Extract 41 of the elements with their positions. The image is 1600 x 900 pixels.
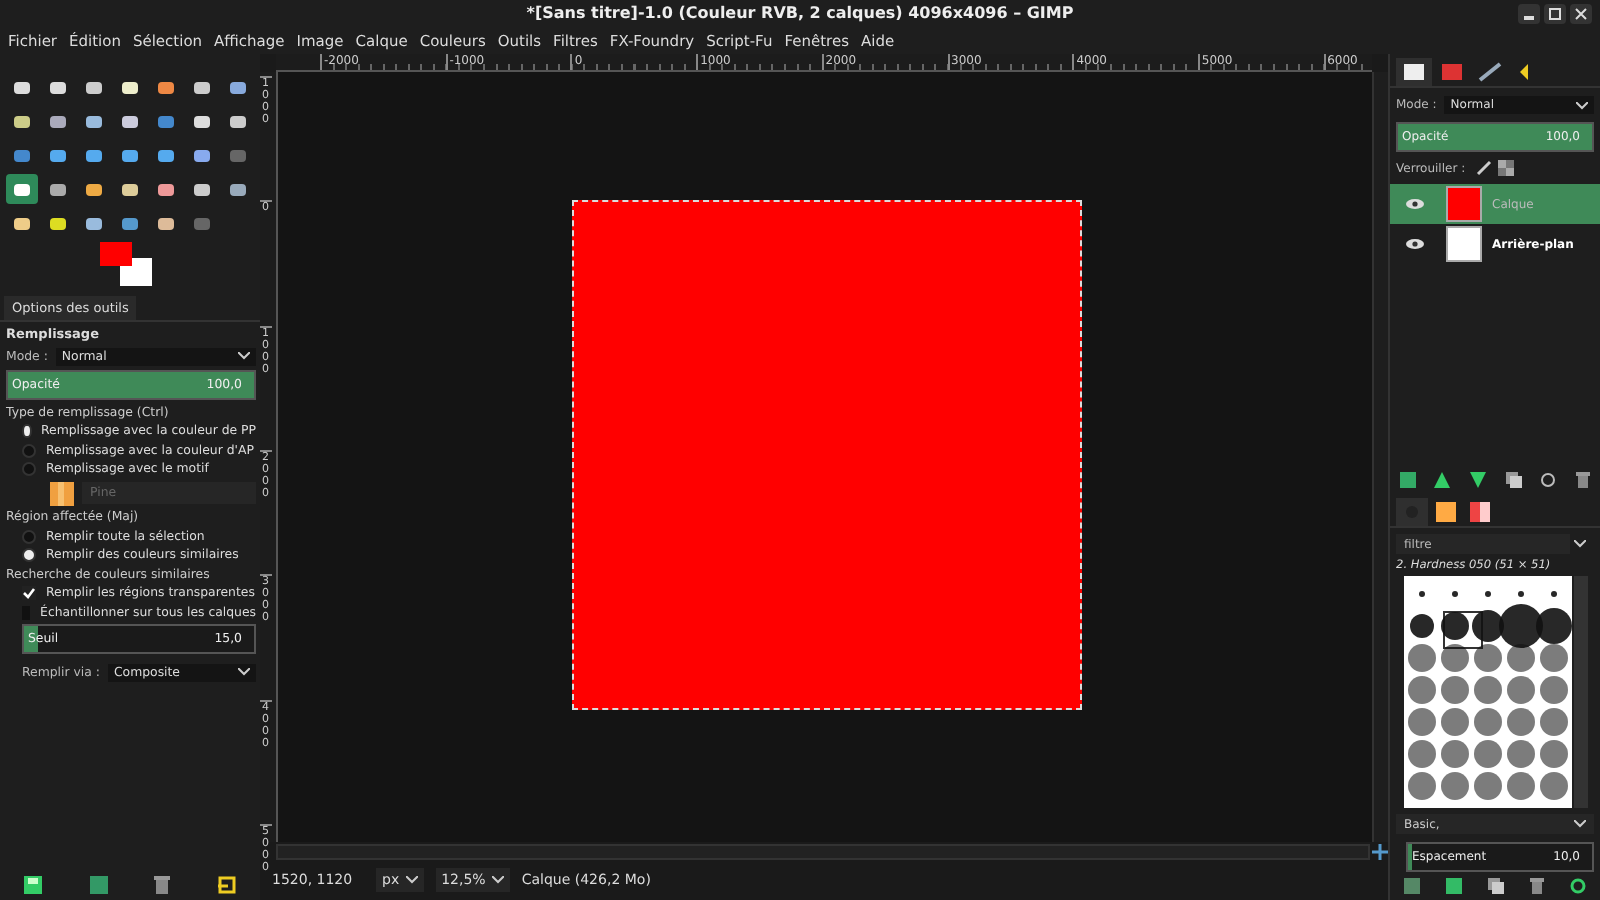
caret-icon [1574, 820, 1586, 828]
close-icon[interactable] [1570, 4, 1592, 24]
save-icon[interactable] [23, 875, 42, 893]
brush-lock-icon[interactable] [1475, 160, 1492, 176]
duplicate-icon[interactable] [1487, 878, 1504, 894]
raise-icon[interactable] [1434, 472, 1451, 488]
dock-tab[interactable] [1464, 498, 1496, 526]
delete-icon[interactable] [1530, 878, 1545, 894]
delete-icon[interactable] [1576, 472, 1591, 488]
caret-icon [491, 876, 504, 884]
caret-icon [1576, 101, 1588, 109]
eye-icon[interactable] [1406, 198, 1424, 210]
navigate-icon[interactable] [1372, 843, 1388, 859]
dock-tab[interactable] [1396, 58, 1432, 86]
minimize-icon[interactable] [1518, 4, 1540, 24]
radio-button[interactable] [22, 424, 31, 438]
brush-scrollbar[interactable] [1574, 576, 1588, 808]
vertical-scrollbar[interactable] [1372, 72, 1388, 842]
radio-button[interactable] [22, 529, 36, 543]
radio-button[interactable] [22, 443, 36, 457]
color-swatches-drawing[interactable] [100, 242, 152, 286]
duplicate-icon[interactable] [1505, 472, 1522, 488]
delete-icon[interactable] [154, 875, 171, 893]
dock-tab[interactable] [1430, 498, 1462, 526]
radio-button[interactable] [22, 548, 36, 562]
lower-icon[interactable] [1470, 472, 1487, 488]
brush-grid-drawing[interactable] [1404, 576, 1572, 808]
alpha-lock-icon[interactable] [1497, 160, 1514, 176]
caret-icon [405, 876, 418, 884]
eye-icon[interactable] [1406, 238, 1424, 250]
checkbox[interactable] [22, 586, 36, 600]
pattern-swatch[interactable] [50, 481, 74, 505]
window-title: *[Sans titre]-1.0 (Couleur RVB, 2 calques) 4096x4096 – GIMP [526, 4, 1074, 22]
horizontal-scrollbar[interactable] [276, 843, 1370, 859]
maximize-icon[interactable] [1544, 4, 1566, 24]
caret-icon [1574, 540, 1586, 548]
caret-icon [238, 352, 250, 360]
caret-icon [238, 668, 250, 676]
layers-icon[interactable] [1402, 62, 1426, 82]
refresh-icon[interactable] [1570, 878, 1587, 894]
radio-button[interactable] [22, 462, 36, 476]
